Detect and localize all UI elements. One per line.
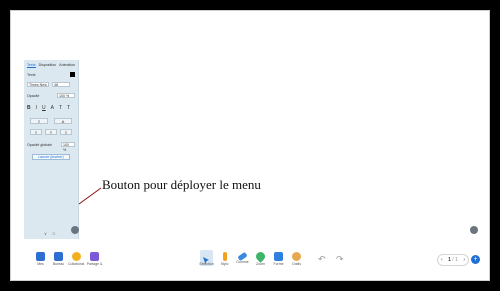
tool-shape[interactable]: Forme bbox=[272, 250, 285, 266]
right-panel-toggle-handle[interactable] bbox=[470, 226, 478, 234]
tool-select[interactable]: Sélection bbox=[199, 250, 214, 266]
share-icon bbox=[90, 252, 99, 261]
tool-tools[interactable]: Outils bbox=[290, 250, 303, 266]
tool-my-files[interactable]: Mes bbox=[34, 250, 47, 266]
annotation-text: Bouton pour déployer le menu bbox=[102, 177, 261, 192]
toolbox-icon bbox=[292, 252, 301, 261]
pen-icon bbox=[222, 252, 227, 261]
bottom-toolbar: Mes Bureau Collaborat. Partage & Sélecti… bbox=[14, 250, 486, 274]
left-toolbar-group: Mes Bureau Collaborat. Partage & bbox=[34, 250, 102, 266]
location-icon bbox=[254, 250, 267, 263]
add-page-button[interactable]: + bbox=[471, 255, 480, 264]
page-navigator: ‹ 1 / 1 › bbox=[437, 254, 469, 266]
undo-icon[interactable]: ↶ bbox=[318, 254, 326, 265]
folder-icon bbox=[36, 252, 45, 261]
annotation-arrow bbox=[78, 187, 102, 205]
cursor-icon bbox=[202, 252, 211, 264]
shape-icon bbox=[274, 252, 283, 261]
page-total: / 1 bbox=[452, 257, 458, 263]
center-toolbar-group: Sélection Stylo Gomme Zoom Forme Outils bbox=[199, 250, 303, 266]
page-indicator: 1 / 1 bbox=[448, 257, 458, 263]
tool-desktop[interactable]: Bureau bbox=[52, 250, 65, 266]
current-page: 1 bbox=[448, 257, 451, 263]
tool-share[interactable]: Partage & bbox=[87, 250, 102, 266]
next-page-icon[interactable]: › bbox=[463, 257, 465, 263]
tool-collaborate[interactable]: Collaborat. bbox=[68, 250, 85, 266]
people-icon bbox=[72, 252, 81, 261]
monitor-icon bbox=[54, 252, 63, 261]
tool-zoom[interactable]: Zoom bbox=[254, 250, 267, 266]
tool-eraser[interactable]: Gomme bbox=[236, 250, 249, 266]
redo-icon[interactable]: ↷ bbox=[336, 254, 344, 265]
tool-pen[interactable]: Stylo bbox=[218, 250, 231, 266]
prev-page-icon[interactable]: ‹ bbox=[441, 257, 443, 263]
